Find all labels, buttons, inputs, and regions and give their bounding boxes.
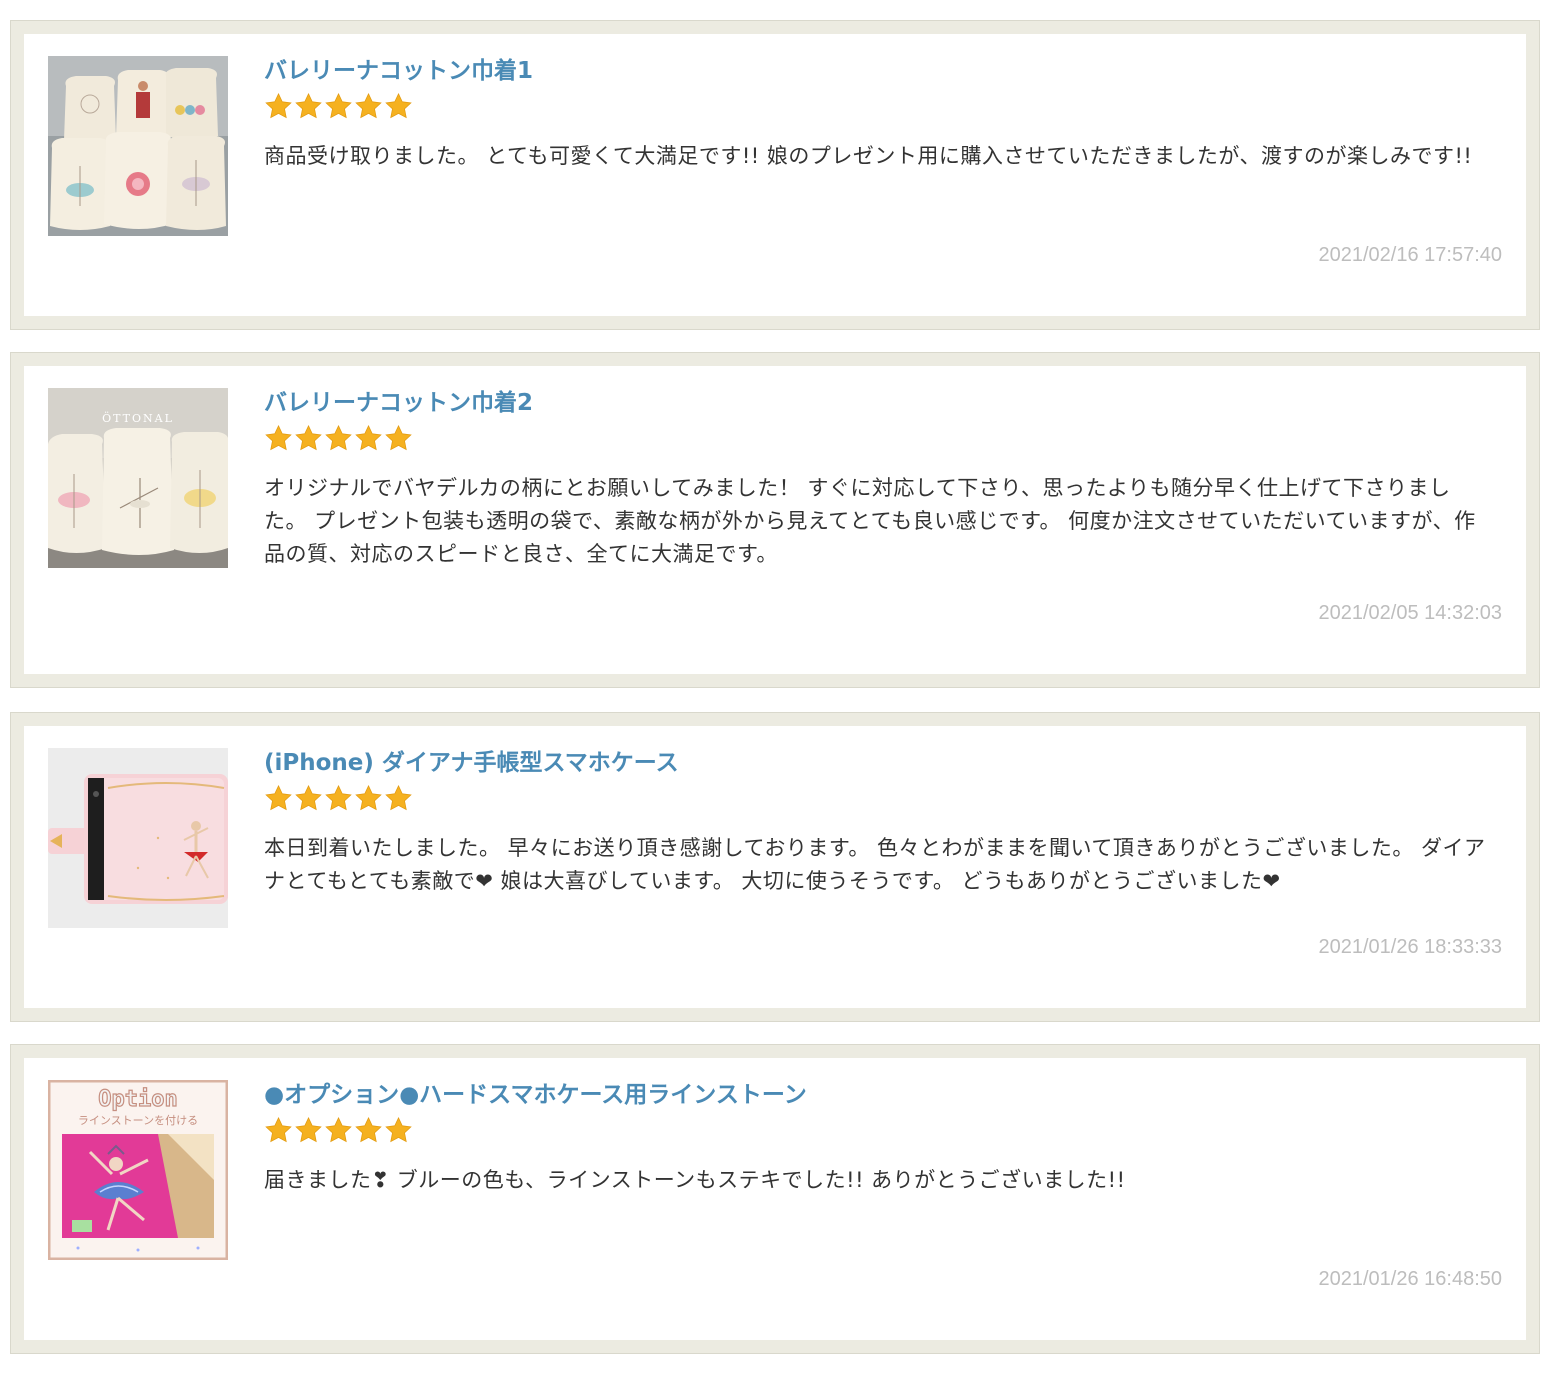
star-icon <box>385 92 412 119</box>
review-date: 2021/01/26 16:48:50 <box>1318 1268 1502 1290</box>
product-title-link[interactable]: (iPhone) ダイアナ手帳型スマホケース <box>264 748 679 778</box>
review-date: 2021/02/16 17:57:40 <box>1318 244 1502 266</box>
product-thumbnail[interactable] <box>48 748 228 928</box>
star-icon <box>355 424 382 451</box>
review-comment: 商品受け取りました。 とても可愛くて大満足です!! 娘のプレゼント用に購入させて… <box>264 144 1473 168</box>
star-rating <box>264 92 1502 122</box>
review-card: ÖTTONAL バレリーナコットン巾着2 オリジナルでバヤデルカの柄にとお願いし… <box>10 352 1540 688</box>
star-icon <box>355 784 382 811</box>
star-icon <box>325 424 352 451</box>
thumbnail-option-text: Option <box>98 1087 177 1112</box>
star-icon <box>295 92 322 119</box>
product-thumbnail[interactable] <box>48 56 228 236</box>
review-comment: 届きました❣ ブルーの色も、ラインストーンもステキでした!! ありがとうございま… <box>264 1168 1126 1192</box>
thumbnail-subtitle-text: ラインストーンを付ける <box>78 1114 198 1127</box>
review-comment: オリジナルでバヤデルカの柄にとお願いしてみました！ すぐに対応して下さり、思った… <box>264 476 1476 566</box>
star-icon <box>325 784 352 811</box>
review-date: 2021/01/26 18:33:33 <box>1318 936 1502 958</box>
star-rating <box>264 424 1502 454</box>
review-card: (iPhone) ダイアナ手帳型スマホケース 本日到着いたしました。 早々にお送… <box>10 712 1540 1022</box>
product-thumbnail[interactable]: ÖTTONAL <box>48 388 228 568</box>
review-content: バレリーナコットン巾着1 商品受け取りました。 とても可愛くて大満足です!! 娘… <box>264 56 1502 173</box>
product-title-link[interactable]: バレリーナコットン巾着1 <box>264 56 533 86</box>
review-comment: 本日到着いたしました。 早々にお送り頂き感謝しております。 色々とわがままを聞い… <box>264 836 1486 893</box>
review-card-inner: (iPhone) ダイアナ手帳型スマホケース 本日到着いたしました。 早々にお送… <box>24 726 1526 1008</box>
star-icon <box>355 1116 382 1143</box>
review-content: (iPhone) ダイアナ手帳型スマホケース 本日到着いたしました。 早々にお送… <box>264 748 1502 898</box>
star-icon <box>265 92 292 119</box>
review-card-inner: Option ラインストーンを付ける ●オプション●ハードスマホケース用ラインス… <box>24 1058 1526 1340</box>
review-card: バレリーナコットン巾着1 商品受け取りました。 とても可愛くて大満足です!! 娘… <box>10 20 1540 330</box>
star-rating <box>264 784 1502 814</box>
review-content: バレリーナコットン巾着2 オリジナルでバヤデルカの柄にとお願いしてみました！ す… <box>264 388 1502 571</box>
product-thumbnail[interactable]: Option ラインストーンを付ける <box>48 1080 228 1260</box>
star-icon <box>385 784 412 811</box>
review-content: ●オプション●ハードスマホケース用ラインストーン 届きました❣ ブルーの色も、ラ… <box>264 1080 1502 1197</box>
star-icon <box>295 784 322 811</box>
star-icon <box>385 424 412 451</box>
review-date: 2021/02/05 14:32:03 <box>1318 602 1502 624</box>
star-icon <box>355 92 382 119</box>
svg-text:ÖTTONAL: ÖTTONAL <box>102 411 174 425</box>
star-icon <box>295 424 322 451</box>
review-card: Option ラインストーンを付ける ●オプション●ハードスマホケース用ラインス… <box>10 1044 1540 1354</box>
star-icon <box>325 92 352 119</box>
review-card-inner: ÖTTONAL バレリーナコットン巾着2 オリジナルでバヤデルカの柄にとお願いし… <box>24 366 1526 674</box>
star-icon <box>325 1116 352 1143</box>
star-icon <box>385 1116 412 1143</box>
product-title-link[interactable]: バレリーナコットン巾着2 <box>264 388 533 418</box>
star-icon <box>295 1116 322 1143</box>
star-icon <box>265 784 292 811</box>
review-card-inner: バレリーナコットン巾着1 商品受け取りました。 とても可愛くて大満足です!! 娘… <box>24 34 1526 316</box>
star-rating <box>264 1116 1502 1146</box>
star-icon <box>265 1116 292 1143</box>
product-title-link[interactable]: ●オプション●ハードスマホケース用ラインストーン <box>264 1080 807 1110</box>
star-icon <box>265 424 292 451</box>
